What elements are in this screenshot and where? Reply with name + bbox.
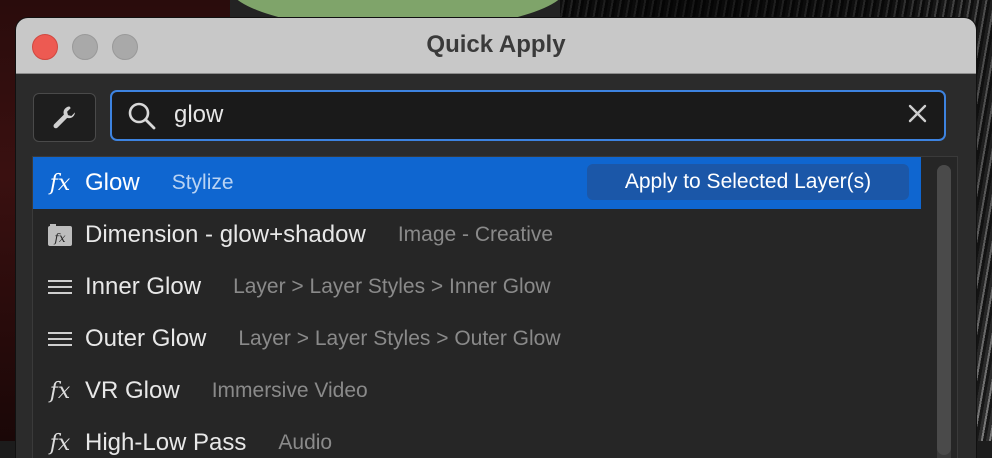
- item-category: Layer > Layer Styles > Outer Glow: [238, 327, 561, 350]
- item-name: Inner Glow: [85, 273, 202, 300]
- search-icon: [128, 102, 156, 130]
- svg-text:fx: fx: [53, 231, 65, 245]
- item-name: Dimension - glow+shadow: [85, 221, 366, 248]
- results-list[interactable]: fx Glow Stylize Apply to Selected Layer(…: [32, 156, 958, 458]
- list-item[interactable]: Outer Glow Layer > Layer Styles > Outer …: [33, 313, 921, 365]
- item-name: Outer Glow: [85, 325, 207, 352]
- window-title: Quick Apply: [426, 31, 566, 58]
- list-item[interactable]: fx Dimension - glow+shadow Image - Creat…: [33, 209, 921, 261]
- apply-to-selected-layers-button[interactable]: Apply to Selected Layer(s): [587, 164, 909, 200]
- item-name: VR Glow: [85, 377, 180, 404]
- scrollbar[interactable]: [937, 165, 951, 458]
- menu-icon: [47, 274, 73, 300]
- settings-button[interactable]: [33, 93, 96, 142]
- item-category: Layer > Layer Styles > Inner Glow: [233, 275, 551, 298]
- menu-icon: [47, 326, 73, 352]
- list-item[interactable]: fx VR Glow Immersive Video: [33, 365, 921, 417]
- item-category: Immersive Video: [211, 379, 368, 402]
- quick-apply-window: Quick Apply fx Glow Stylize Apply to Sel…: [16, 18, 976, 458]
- item-category: Audio: [278, 431, 333, 454]
- fx-icon: fx: [49, 378, 71, 404]
- item-category: Image - Creative: [397, 223, 554, 246]
- wrench-icon: [53, 106, 75, 129]
- list-item[interactable]: fx Glow Stylize Apply to Selected Layer(…: [33, 157, 921, 209]
- item-category: Stylize: [171, 171, 234, 194]
- search-input[interactable]: [174, 98, 874, 132]
- item-name: High-Low Pass: [85, 429, 247, 456]
- item-name: Glow: [85, 169, 140, 196]
- list-item[interactable]: Inner Glow Layer > Layer Styles > Inner …: [33, 261, 921, 313]
- search-field[interactable]: [110, 90, 946, 141]
- title-bar[interactable]: Quick Apply: [16, 18, 976, 74]
- list-item[interactable]: fx High-Low Pass Audio: [33, 417, 921, 458]
- fx-icon: fx: [49, 430, 71, 456]
- preset-icon: fx: [47, 222, 73, 248]
- scrollbar-thumb[interactable]: [937, 165, 951, 455]
- close-icon[interactable]: [906, 101, 930, 127]
- fx-icon: fx: [49, 170, 71, 196]
